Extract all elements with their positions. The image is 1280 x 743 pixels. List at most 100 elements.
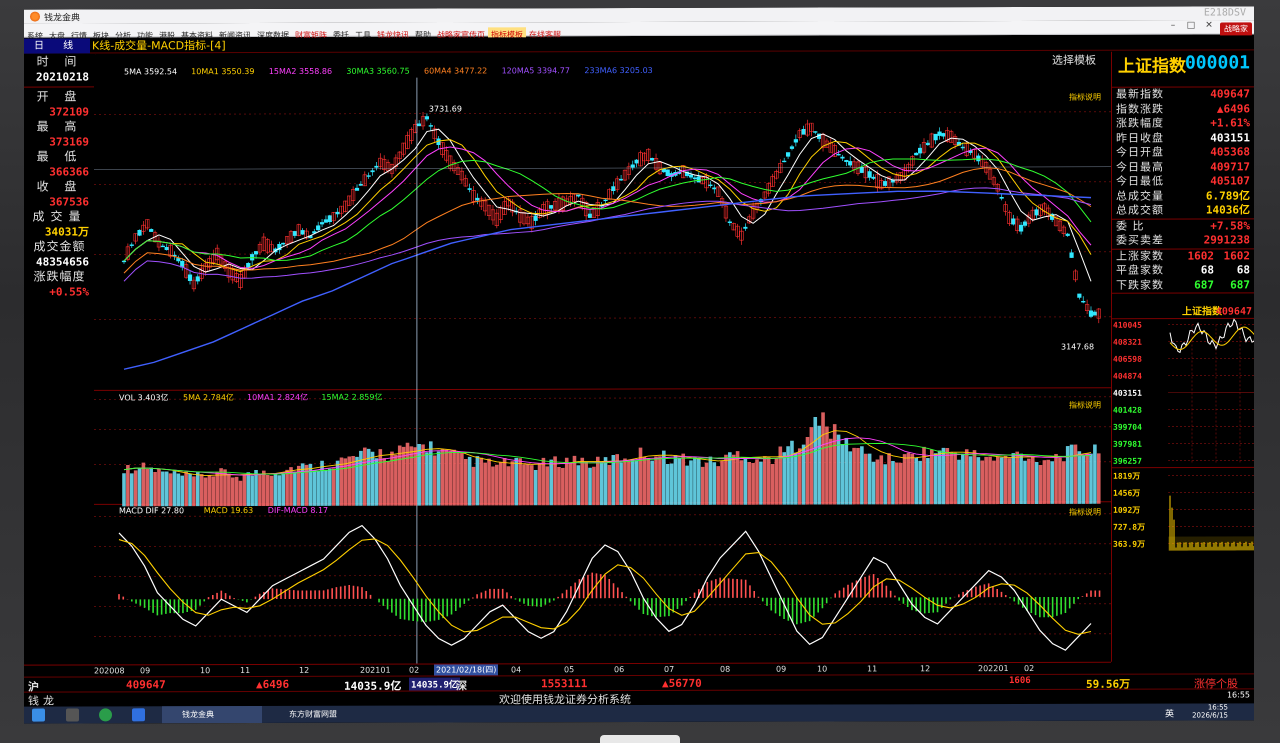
ma-legend-item: 5MA 3592.54	[124, 67, 177, 76]
quote-key: 总成交量	[1116, 189, 1164, 203]
volume-bar	[821, 412, 825, 505]
volume-bar	[646, 458, 651, 505]
volume-bar	[203, 477, 208, 507]
volume-bar	[856, 448, 860, 505]
candle-body	[611, 186, 616, 192]
close-icon[interactable]: ✕	[1200, 20, 1218, 30]
volume-bar	[537, 463, 542, 506]
volume-bar	[436, 451, 441, 506]
indicator-help-link[interactable]: 指标说明	[1069, 92, 1101, 102]
volume-bar	[390, 451, 394, 506]
quote-key: 上涨家数	[1116, 249, 1164, 263]
volume-bar	[161, 471, 165, 507]
volume-bar	[277, 475, 282, 506]
macd-legend-item: MACD DIF 27.80	[119, 506, 184, 515]
volume-bar	[926, 457, 930, 505]
taskbar-clock[interactable]: 16:55 2026/6/15	[1192, 703, 1228, 719]
volume-legend-item: 10MA1 2.824亿	[247, 392, 308, 402]
input-method[interactable]: 英	[1165, 707, 1174, 720]
volume-bar	[650, 460, 654, 505]
volume-bar	[852, 447, 856, 505]
volume-bar	[778, 446, 783, 505]
chart-title[interactable]: K线-成交量-MACD指标-[4]	[92, 38, 226, 53]
volume-bar	[394, 454, 398, 506]
candle-body	[253, 251, 259, 255]
volume-bar	[576, 465, 581, 506]
candle-body	[549, 205, 554, 209]
volume-bar	[1038, 465, 1043, 504]
volume-bar	[957, 459, 961, 505]
volume-bar	[502, 457, 507, 506]
ai-assistant-icon[interactable]	[132, 708, 145, 722]
volume-bar	[487, 458, 491, 506]
volume-bar	[561, 467, 565, 506]
footer-time: 16:55	[1226, 690, 1250, 700]
volume-bar	[1077, 451, 1082, 504]
volume-bar	[634, 460, 639, 506]
volume-bar	[149, 467, 153, 507]
brand-button[interactable]: 战略家	[1220, 22, 1252, 37]
period-selector[interactable]: 日 线	[24, 38, 90, 54]
windows-start-icon[interactable]	[32, 708, 45, 722]
candle-body	[319, 222, 325, 225]
volume-bar	[708, 456, 713, 505]
volume-bar	[654, 456, 658, 505]
volume-bar	[254, 469, 258, 507]
sh-amount-box: 14035.9亿	[409, 677, 460, 691]
mini-vol-tick: 1456万	[1113, 489, 1140, 498]
volume-bar	[460, 451, 464, 506]
volume-bar	[192, 476, 196, 507]
quote-row: 平盘家数 68 68	[1112, 263, 1254, 278]
volume-bar	[949, 452, 953, 505]
quote-row: 下跌家数 687 687	[1112, 278, 1254, 293]
template-select[interactable]: 选择模板	[1052, 52, 1096, 68]
volume-bar	[172, 471, 177, 507]
volume-bar	[984, 456, 988, 505]
volume-bar	[1058, 457, 1062, 504]
browser-icon[interactable]	[99, 708, 112, 722]
volume-bar	[215, 471, 220, 507]
volume-bar	[463, 458, 468, 506]
volume-bar	[129, 473, 134, 507]
volume-bar	[1062, 461, 1066, 504]
candle-body	[650, 157, 655, 161]
candle-body	[696, 176, 701, 183]
quote-row: 总成交额 14036亿	[1112, 203, 1254, 218]
volume-bar	[238, 480, 243, 507]
volume-bar	[813, 416, 818, 505]
quote-value: 405368	[1210, 145, 1250, 159]
indicator-help-link[interactable]: 指标说明	[1069, 507, 1101, 517]
volume-bar	[1046, 459, 1051, 504]
volume-bar	[976, 457, 981, 505]
volume-bar	[603, 457, 608, 506]
volume-bar	[797, 448, 802, 505]
candle-body	[475, 197, 480, 201]
indicator-help-link[interactable]: 指标说明	[1069, 400, 1101, 410]
maximize-icon[interactable]: □	[1182, 21, 1200, 31]
taskbar-app-label: 钱龙金典	[182, 710, 214, 720]
main-chart[interactable]: 5MA 3592.54 10MA1 3550.39 15MA2 3558.86 30M…	[94, 51, 1111, 665]
volume-bar	[953, 452, 957, 505]
intraday-mini-chart[interactable]: 上证指数409647410045408321406598404874403151…	[1112, 304, 1254, 559]
candle-body	[960, 146, 965, 149]
candle-body	[937, 131, 942, 136]
candle-body	[428, 125, 433, 127]
candle-body	[1081, 300, 1086, 303]
candle-body	[246, 262, 251, 268]
taskbar-app-eastmoney[interactable]: 东方财富网盟	[269, 706, 379, 723]
high-price-label: 3731.69	[429, 104, 462, 113]
task-view-icon[interactable]	[66, 708, 79, 722]
quote-rows: 最新指数 409647 指数涨跌 ▲6496 涨跌幅度 +1.61% 昨日收盘 403151 今…	[1112, 87, 1254, 294]
volume-bar	[557, 467, 561, 506]
candle-body	[533, 215, 538, 221]
candle-body	[840, 156, 845, 159]
ma-legend-item: 120MA5 3394.77	[502, 66, 570, 75]
volume-bar	[122, 473, 126, 507]
volume-bar	[180, 475, 185, 507]
info-label: 开 盘	[36, 89, 83, 104]
candle-body	[859, 167, 864, 173]
volume-bar	[467, 456, 472, 506]
minimize-icon[interactable]: –	[1164, 21, 1182, 31]
taskbar-app-qianlong[interactable]: 钱龙金典	[162, 705, 262, 724]
candle-body	[164, 246, 169, 250]
